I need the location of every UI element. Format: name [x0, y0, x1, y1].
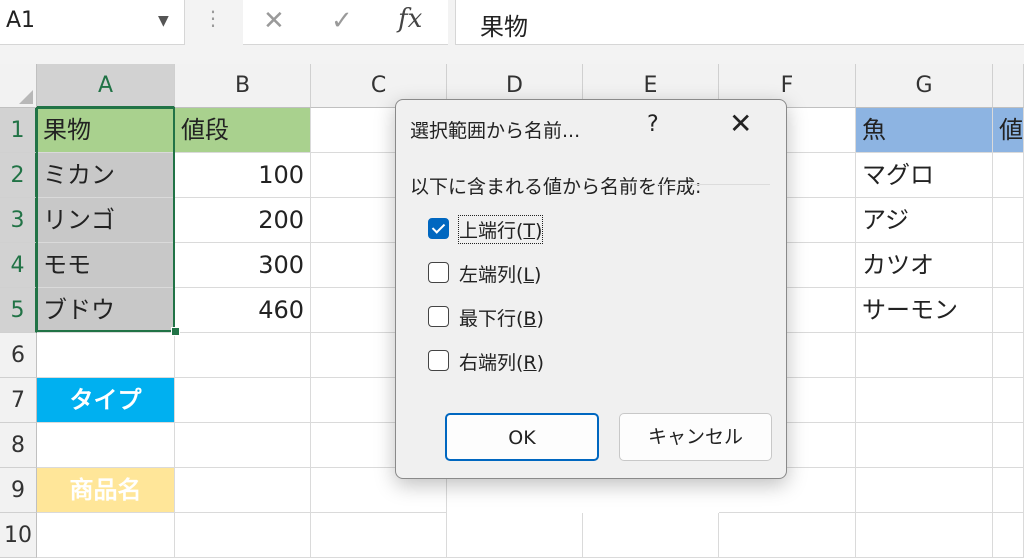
group-divider [658, 184, 770, 185]
cell-c10[interactable] [311, 513, 447, 558]
dialog-description: 以下に含まれる値から名前を作成: [410, 176, 702, 198]
row-header-3[interactable]: 3 [0, 198, 37, 243]
cell-g5[interactable]: サーモン [856, 288, 993, 333]
formula-value: 果物 [480, 13, 528, 41]
cell-g8[interactable] [856, 423, 993, 468]
cell-b3[interactable]: 200 [175, 198, 311, 243]
cell-h2[interactable] [993, 153, 1024, 198]
option-top-row-label: 上端行(T) [457, 215, 544, 244]
cell-b9[interactable] [175, 468, 311, 513]
cancel-icon[interactable]: ✕ [263, 6, 285, 36]
cell-a3[interactable]: リンゴ [37, 198, 175, 243]
option-bottom-row-label: 最下行(B) [459, 308, 544, 330]
cell-b6[interactable] [175, 333, 311, 378]
formula-bar: A1 ▼ ⋮ ✕ ✓ fx 果物 [0, 0, 1024, 64]
cell-g4[interactable]: カツオ [856, 243, 993, 288]
cell-h7[interactable] [993, 378, 1024, 423]
row-header-8[interactable]: 8 [0, 423, 37, 468]
cell-g2[interactable]: マグロ [856, 153, 993, 198]
cell-a5[interactable]: ブドウ [37, 288, 175, 333]
cell-g9[interactable] [856, 468, 993, 513]
column-header-a[interactable]: A [37, 64, 175, 108]
row-header-7[interactable]: 7 [0, 378, 37, 423]
column-header-b[interactable]: B [175, 64, 311, 108]
cancel-button[interactable]: キャンセル [619, 413, 772, 461]
cell-a10[interactable] [37, 513, 175, 558]
cell-h5[interactable] [993, 288, 1024, 333]
cell-d10[interactable] [447, 513, 583, 558]
chevron-down-icon[interactable]: ▼ [158, 13, 169, 29]
name-box-value: A1 [6, 8, 36, 33]
cell-g3[interactable]: アジ [856, 198, 993, 243]
close-icon[interactable]: ✕ [729, 110, 752, 138]
row-header-1[interactable]: 1 [0, 108, 37, 153]
cell-b7[interactable] [175, 378, 311, 423]
cell-g1[interactable]: 魚 [856, 108, 993, 153]
create-names-dialog: 選択範囲から名前... ? ✕ 以下に含まれる値から名前を作成: 上端行(T) … [395, 99, 787, 479]
more-options-icon[interactable]: ⋮ [203, 6, 223, 30]
cell-h6[interactable] [993, 333, 1024, 378]
cell-g7[interactable] [856, 378, 993, 423]
cell-g6[interactable] [856, 333, 993, 378]
cell-g10[interactable] [856, 513, 993, 558]
cell-b5[interactable]: 460 [175, 288, 311, 333]
cell-a2[interactable]: ミカン [37, 153, 175, 198]
row-header-6[interactable]: 6 [0, 333, 37, 378]
cell-h10[interactable] [993, 513, 1024, 558]
formula-input[interactable]: 果物 [455, 0, 1024, 45]
cell-a6[interactable] [37, 333, 175, 378]
cell-b4[interactable]: 300 [175, 243, 311, 288]
cell-h8[interactable] [993, 423, 1024, 468]
cell-e10[interactable] [583, 513, 719, 558]
row-header-10[interactable]: 10 [0, 513, 37, 558]
cell-f10[interactable] [719, 513, 856, 558]
insert-function-icon[interactable]: fx [398, 4, 422, 34]
row-header-9[interactable]: 9 [0, 468, 37, 513]
row-header-4[interactable]: 4 [0, 243, 37, 288]
cell-b8[interactable] [175, 423, 311, 468]
cell-b2[interactable]: 100 [175, 153, 311, 198]
name-box[interactable]: A1 ▼ [0, 0, 185, 45]
cell-h9[interactable] [993, 468, 1024, 513]
cell-a9[interactable]: 商品名 [37, 468, 175, 513]
cell-a8[interactable] [37, 423, 175, 468]
column-header-g[interactable]: G [856, 64, 993, 108]
checkbox-bottom-row[interactable] [428, 306, 449, 327]
fill-handle[interactable] [171, 327, 180, 336]
option-right-column-label: 右端列(R) [459, 352, 545, 374]
checkbox-top-row[interactable] [428, 218, 449, 239]
checkbox-left-column[interactable] [428, 262, 449, 283]
cell-h4[interactable] [993, 243, 1024, 288]
cell-h3[interactable] [993, 198, 1024, 243]
enter-check-icon[interactable]: ✓ [331, 6, 353, 36]
cell-h1[interactable]: 値 [993, 108, 1024, 153]
checkbox-right-column[interactable] [428, 350, 449, 371]
cell-a1[interactable]: 果物 [37, 108, 175, 153]
ok-button[interactable]: OK [445, 413, 599, 461]
cell-b1[interactable]: 値段 [175, 108, 311, 153]
column-header-h[interactable] [993, 64, 1024, 108]
cell-a4[interactable]: モモ [37, 243, 175, 288]
help-icon[interactable]: ? [647, 112, 659, 137]
formula-buttons: ✕ ✓ fx [243, 0, 448, 45]
row-header-5[interactable]: 5 [0, 288, 37, 333]
row-header-2[interactable]: 2 [0, 153, 37, 198]
select-all-corner[interactable] [0, 64, 37, 108]
option-left-column-label: 左端列(L) [459, 264, 542, 286]
cell-a7[interactable]: タイプ [37, 378, 175, 423]
cell-b10[interactable] [175, 513, 311, 558]
dialog-title: 選択範囲から名前... [410, 120, 581, 142]
